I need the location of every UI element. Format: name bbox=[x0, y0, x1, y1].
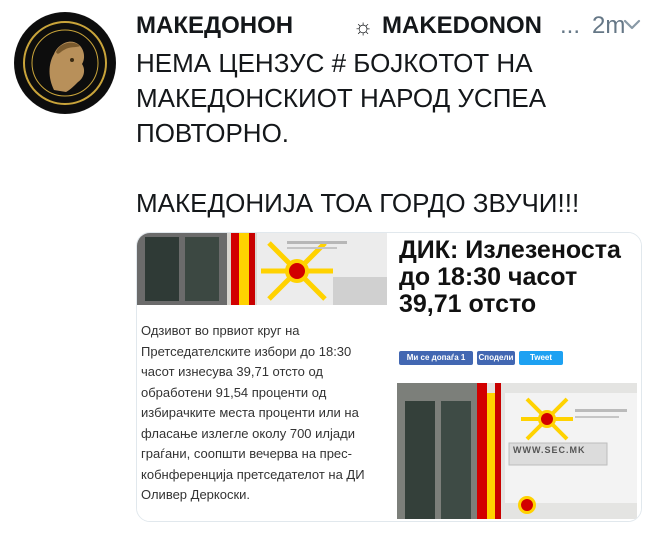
left-image[interactable]: Одзивот во првиот круг на Претседателски… bbox=[137, 233, 387, 521]
sign-text: WWW.SEC.MK bbox=[513, 445, 586, 455]
tweet-button[interactable]: Tweet bbox=[519, 351, 563, 365]
article-headline: ДИК: Излезеноста до 18:30 часот 39,71 от… bbox=[399, 237, 621, 318]
body-line: Одзивот во првиот круг на bbox=[141, 323, 300, 338]
article-body: Одзивот во првиот круг на Претседателски… bbox=[141, 321, 391, 506]
tweet-line: МАКЕДОНСКИОТ НАРОД УСПЕА bbox=[136, 83, 547, 113]
handle[interactable]: MAKEDONON bbox=[382, 12, 542, 40]
chevron-down-icon[interactable] bbox=[622, 12, 642, 38]
tweet-line: НЕМА ЦЕНЗУС # БОЈКОТОТ НА bbox=[136, 48, 533, 78]
body-line: обработени 91,54 проценти од bbox=[141, 384, 327, 400]
body-line: кобнференција претседателот на ДИ bbox=[141, 466, 365, 482]
body-line: Претседателските избори до 18:30 bbox=[141, 343, 352, 359]
sec-office-photo: WWW.SEC.MK bbox=[397, 383, 637, 519]
body-line: избирачките места проценти или на bbox=[141, 405, 359, 420]
tweet-line bbox=[136, 151, 636, 186]
tweet-line: ПОВТОРНО. bbox=[136, 118, 290, 148]
facebook-like-button[interactable]: Ми се допаѓа 1 bbox=[399, 351, 473, 365]
body-line: Оливер Деркоски. bbox=[141, 487, 251, 502]
body-line: граѓани, соопшти вечерва на прес- bbox=[141, 446, 352, 461]
body-line: фласање излегле околу 700 илјади bbox=[141, 425, 355, 441]
media-card[interactable]: Одзивот во првиот круг на Претседателски… bbox=[136, 232, 642, 522]
tweet-header: МАКЕДОНОН ☼ MAKEDONON ... 2m bbox=[136, 10, 641, 44]
tweet-line: МАКЕДОНИЈА ТОА ГОРДО ЗВУЧИ!!! bbox=[136, 188, 580, 218]
headline-line: до 18:30 часот bbox=[399, 263, 578, 291]
headline-line: 39,71 отсто bbox=[399, 290, 537, 318]
tweet-text: НЕМА ЦЕНЗУС # БОЈКОТОТ НА МАКЕДОНСКИОТ Н… bbox=[136, 46, 636, 221]
ellipsis: ... bbox=[560, 12, 581, 39]
press-room-photo bbox=[137, 233, 387, 305]
alexander-coin-logo bbox=[15, 13, 115, 113]
headline-line: ДИК: Излезеноста bbox=[399, 236, 621, 264]
avatar[interactable] bbox=[14, 12, 116, 114]
timestamp[interactable]: 2m bbox=[592, 12, 625, 40]
display-name[interactable]: МАКЕДОНОН bbox=[136, 12, 293, 40]
facebook-share-button[interactable]: Сподели bbox=[477, 351, 515, 365]
sun-icon: ☼ bbox=[353, 14, 374, 39]
body-line: часот изнесува 39,71 отсто од bbox=[141, 364, 323, 379]
right-image[interactable]: ДИК: Излезеноста до 18:30 часот 39,71 от… bbox=[393, 233, 641, 521]
